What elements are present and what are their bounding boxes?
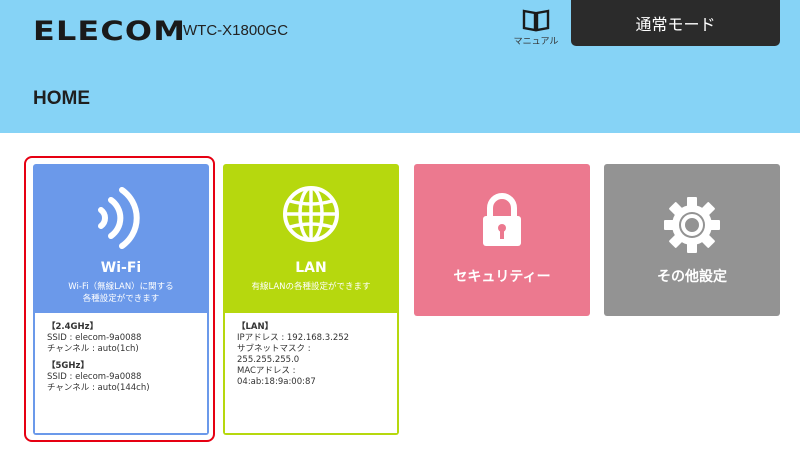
wifi-24ghz-heading: 【2.4GHz】 — [47, 322, 99, 332]
book-icon — [522, 9, 550, 32]
mode-button[interactable]: 通常モード — [571, 0, 780, 46]
wifi-signal-icon — [98, 187, 140, 249]
wifi-24ghz-channel: チャンネル : auto(1ch) — [47, 344, 139, 354]
other-settings-card-title: その他設定 — [657, 269, 727, 285]
header-bar: ELECOM WTC-X1800GC マニュアル 通常モード HOME — [0, 0, 800, 133]
wifi-5ghz-heading: 【5GHz】 — [47, 361, 89, 371]
manual-button[interactable]: マニュアル — [507, 8, 565, 47]
lan-card-desc: 有線LANの各種設定ができます — [251, 282, 371, 292]
lan-heading: 【LAN】 — [237, 322, 274, 332]
wifi-card-title: Wi-Fi — [100, 260, 142, 276]
wifi-24ghz-ssid: SSID : elecom-9a0088 — [47, 333, 142, 343]
lan-ip-address: IPアドレス : 192.168.3.252 — [237, 333, 350, 343]
other-settings-card[interactable]: その他設定 — [604, 164, 780, 316]
manual-label: マニュアル — [513, 37, 559, 47]
security-card-title: セキュリティー — [453, 269, 551, 285]
lan-card-title: LAN — [295, 260, 327, 276]
model-name: WTC-X1800GC — [183, 22, 289, 39]
globe-icon — [283, 186, 339, 242]
lan-card-info: 【LAN】 IPアドレス : 192.168.3.252 サブネットマスク : … — [225, 313, 397, 433]
brand-logo: ELECOM — [33, 16, 187, 47]
wifi-card-header: Wi-Fi Wi-Fi（無線LAN）に関する 各種設定ができます — [33, 164, 209, 313]
page-title: HOME — [33, 88, 90, 109]
lan-subnet-value: 255.255.255.0 — [237, 355, 300, 365]
gear-icon — [664, 197, 720, 253]
lan-card-header: LAN 有線LANの各種設定ができます — [223, 164, 399, 313]
security-card-header: セキュリティー — [414, 164, 590, 313]
wifi-card-desc-1: Wi-Fi（無線LAN）に関する — [68, 282, 174, 292]
wifi-card-desc-2: 各種設定ができます — [82, 294, 160, 304]
lock-icon — [483, 193, 521, 246]
lan-subnet-label: サブネットマスク : — [237, 344, 311, 354]
lan-card[interactable]: LAN 有線LANの各種設定ができます 【LAN】 IPアドレス : 192.1… — [223, 164, 399, 435]
wifi-5ghz-ssid: SSID : elecom-9a0088 — [47, 372, 142, 382]
lan-mac-label: MACアドレス : — [237, 366, 296, 376]
lan-mac-value: 04:ab:18:9a:00:87 — [237, 377, 316, 387]
wifi-card[interactable]: Wi-Fi Wi-Fi（無線LAN）に関する 各種設定ができます 【2.4GHz… — [33, 164, 209, 435]
security-card[interactable]: セキュリティー — [414, 164, 590, 316]
wifi-card-info: 【2.4GHz】 SSID : elecom-9a0088 チャンネル : au… — [35, 313, 207, 433]
other-settings-card-header: その他設定 — [604, 164, 780, 313]
wifi-5ghz-channel: チャンネル : auto(144ch) — [47, 383, 150, 393]
